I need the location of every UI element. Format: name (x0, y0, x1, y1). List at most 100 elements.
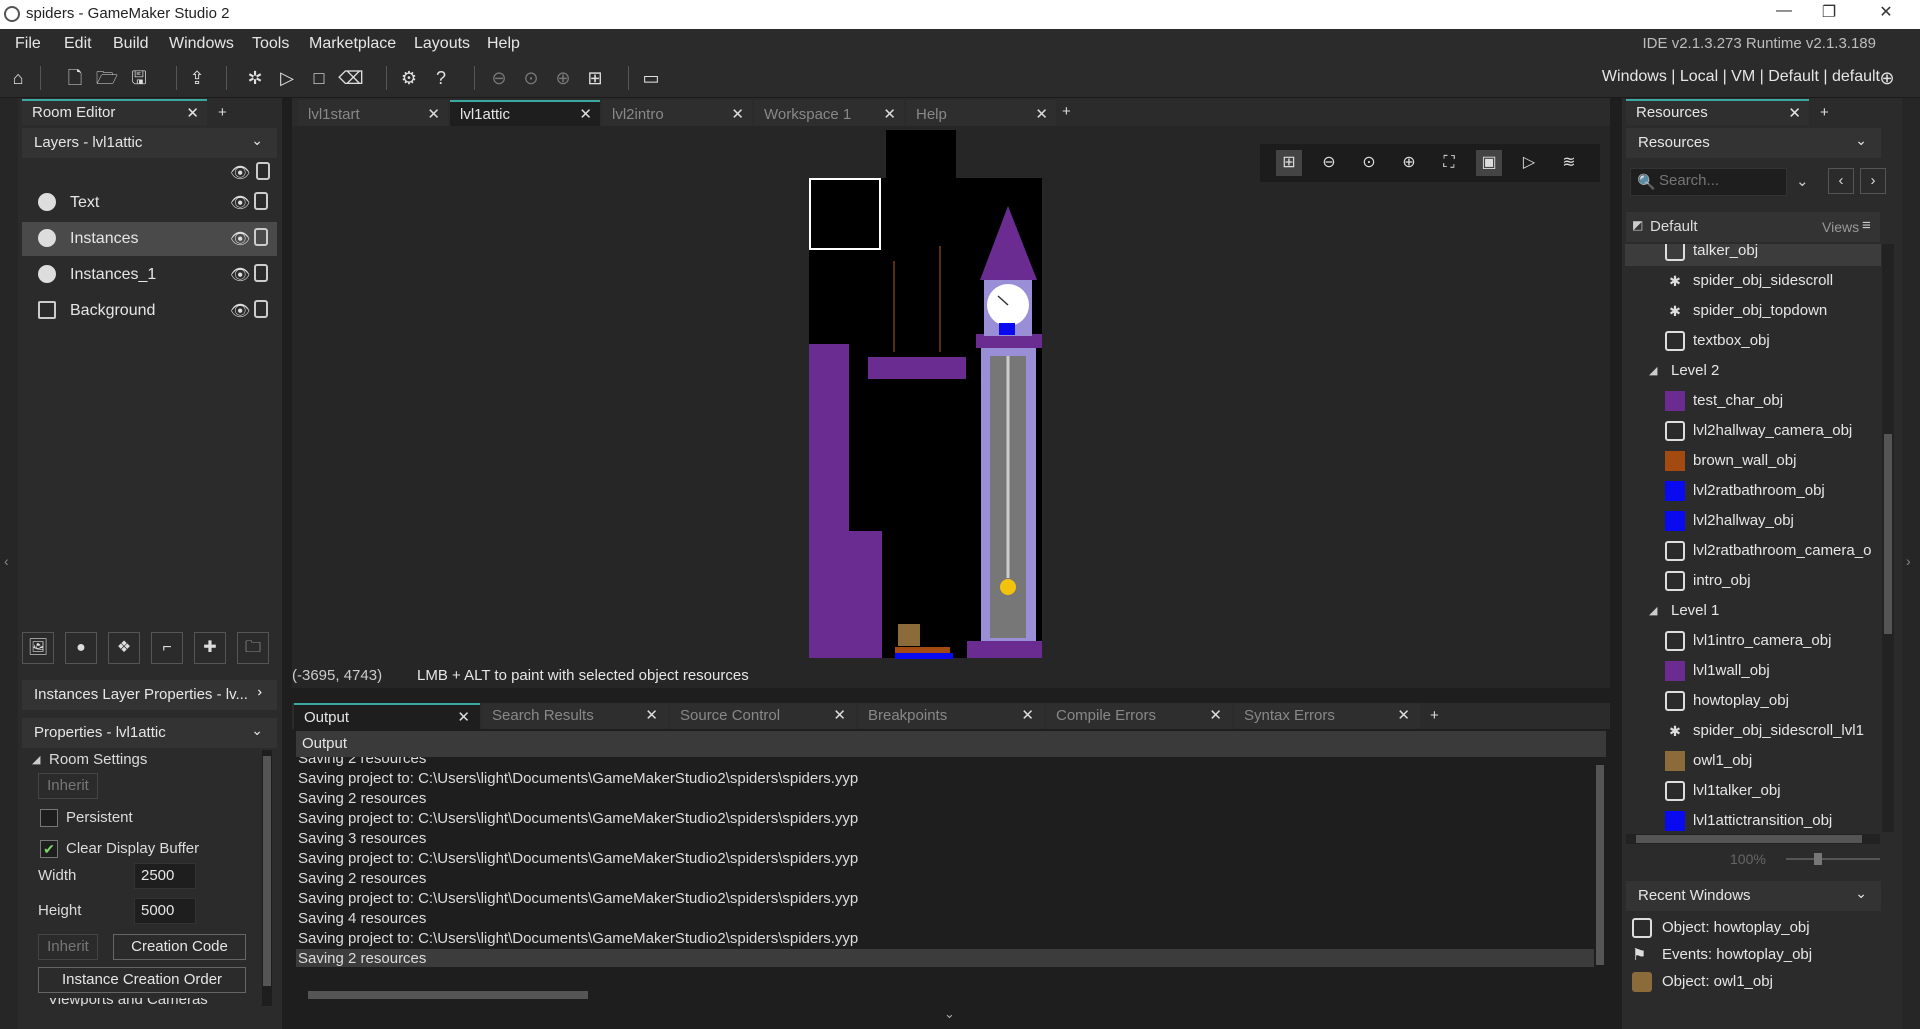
close-icon[interactable]: ✕ (457, 708, 470, 726)
search-input[interactable] (1659, 172, 1779, 189)
scrollbar-thumb[interactable] (1596, 765, 1604, 965)
eye-icon[interactable]: 👁 (230, 193, 250, 213)
output-vertical-scrollbar[interactable] (1594, 757, 1606, 989)
resource-item[interactable]: talker_obj (1625, 244, 1881, 266)
clear-display-buffer-checkbox[interactable]: ✔ (40, 840, 58, 858)
menu-help[interactable]: Help (487, 35, 520, 53)
scrollbar-thumb[interactable] (1636, 835, 1862, 843)
persistent-checkbox[interactable] (40, 809, 58, 827)
add-path-layer-icon[interactable]: ⌐ (151, 632, 183, 664)
tab-help[interactable]: Help ✕ (906, 100, 1056, 126)
output-horizontal-scrollbar[interactable] (296, 989, 1594, 1001)
creation-code-button[interactable]: Creation Code (113, 934, 246, 960)
menu-build[interactable]: Build (113, 35, 149, 53)
add-tab-button[interactable]: + (1820, 104, 1829, 121)
zoom-slider[interactable] (1786, 853, 1880, 865)
open-project-icon[interactable]: 🗁 (94, 65, 120, 91)
layers-header[interactable]: Layers - lvl1attic ⌄ (22, 128, 277, 158)
restore-button[interactable]: ❐ (1809, 2, 1849, 26)
resource-item[interactable]: textbox_obj (1625, 326, 1881, 356)
room-canvas[interactable]: ⊞ ⊖ ⊙ ⊕ ⛶ ▣ ▷ ≋ (292, 126, 1610, 664)
resource-item[interactable]: lvl2hallway_obj (1625, 506, 1881, 536)
close-icon[interactable]: ✕ (579, 105, 592, 123)
lock-icon[interactable] (254, 228, 268, 246)
collapse-triangle-icon[interactable]: ◢ (32, 753, 40, 766)
eye-icon[interactable]: 👁 (230, 229, 250, 249)
resource-item[interactable]: test_char_obj (1625, 386, 1881, 416)
zoom-out-icon[interactable]: ⊖ (486, 65, 512, 91)
recent-window-item[interactable]: ⚑ Events: howtoplay_obj (1628, 942, 1884, 968)
close-icon[interactable]: ✕ (833, 706, 846, 724)
output-log[interactable]: Saving 2 resources Saving project to: C:… (296, 757, 1594, 967)
inherit-button[interactable]: Inherit (38, 773, 98, 799)
back-arrow-icon[interactable]: ‹ (1828, 168, 1854, 194)
display-icon[interactable]: ▭ (638, 65, 664, 91)
list-menu-icon[interactable]: ≡ (1862, 217, 1871, 234)
resource-item[interactable]: lvl1talker_obj (1625, 776, 1881, 806)
tab-lvl1start[interactable]: lvl1start ✕ (298, 100, 448, 126)
layers-toggle-icon[interactable]: ≋ (1556, 150, 1582, 176)
chevron-down-icon[interactable]: ⌄ (251, 132, 263, 149)
zoom-in-icon[interactable]: ⊕ (1396, 150, 1422, 176)
target-selector[interactable]: Windows | Local | VM | Default | default (1602, 68, 1880, 86)
viewports-row[interactable]: Viewports and Cameras (30, 998, 270, 1006)
lock-icon[interactable] (256, 162, 270, 180)
zoom-slider-thumb[interactable] (1814, 853, 1822, 865)
tab-output[interactable]: Output ✕ (294, 703, 480, 729)
tab-workspace-1[interactable]: Workspace 1 ✕ (754, 100, 904, 126)
add-tab-button[interactable]: + (1062, 103, 1071, 120)
tab-lvl2intro[interactable]: lvl2intro ✕ (602, 100, 752, 126)
resource-item[interactable]: ✱ spider_obj_sidescroll (1625, 266, 1881, 296)
resource-tree[interactable]: talker_obj ✱ spider_obj_sidescroll ✱ spider_… (1625, 244, 1881, 832)
left-collapse-strip[interactable]: ‹ (0, 98, 18, 1029)
save-project-icon[interactable]: 🖫 (126, 65, 152, 91)
recent-window-item[interactable]: Object: owl1_obj (1628, 969, 1884, 995)
resource-item[interactable]: lvl2hallway_camera_obj (1625, 416, 1881, 446)
eye-icon[interactable]: 👁 (230, 301, 250, 321)
target-config-icon[interactable]: ⊕ (1874, 65, 1900, 91)
lock-icon[interactable] (254, 192, 268, 210)
close-icon[interactable]: ✕ (1209, 706, 1222, 724)
recent-windows-header[interactable]: Recent Windows ⌄ (1626, 881, 1881, 911)
resource-item[interactable]: ✱ spider_obj_sidescroll_lvl1 (1625, 716, 1881, 746)
eye-icon[interactable]: 👁 (230, 265, 250, 285)
lock-icon[interactable] (254, 300, 268, 318)
resource-group-row[interactable]: ◢ Level 2 (1625, 356, 1881, 386)
close-icon[interactable]: ✕ (645, 706, 658, 724)
close-icon[interactable]: ✕ (731, 105, 744, 123)
fit-view-icon[interactable]: ⊞ (582, 65, 608, 91)
add-tab-button[interactable]: + (1430, 707, 1439, 724)
chevron-down-icon[interactable]: ⌄ (251, 722, 263, 739)
run-icon[interactable]: ▷ (274, 65, 300, 91)
help-icon[interactable]: ? (428, 65, 454, 91)
resource-item[interactable]: howtoplay_obj (1625, 686, 1881, 716)
width-field[interactable]: 2500 (134, 863, 196, 889)
inherit-creation-code-button[interactable]: Inherit (38, 934, 98, 960)
instances-layer-properties-button[interactable]: Instances Layer Properties - lv... ⌄ (22, 680, 277, 710)
tab-source-control[interactable]: Source Control ✕ (670, 703, 856, 729)
lock-icon[interactable] (254, 264, 268, 282)
close-icon[interactable]: ✕ (1035, 105, 1048, 123)
minimize-button[interactable]: — (1764, 2, 1804, 26)
height-field[interactable]: 5000 (134, 898, 196, 924)
settings-gear-icon[interactable]: ⚙ (396, 65, 422, 91)
scrollbar-thumb[interactable] (263, 756, 271, 986)
close-icon[interactable]: ✕ (1021, 706, 1034, 724)
tab-search-results[interactable]: Search Results ✕ (482, 703, 668, 729)
menu-windows[interactable]: Windows (169, 35, 234, 53)
collapse-bottom-icon[interactable]: ⌄ (944, 1006, 955, 1022)
menu-edit[interactable]: Edit (64, 35, 92, 53)
play-icon[interactable]: ▷ (1516, 150, 1542, 176)
tab-room-editor[interactable]: Room Editor ✕ (22, 99, 207, 125)
chevron-down-icon[interactable]: ⌄ (1855, 885, 1867, 902)
tab-compile-errors[interactable]: Compile Errors ✕ (1046, 703, 1232, 729)
tab-breakpoints[interactable]: Breakpoints ✕ (858, 703, 1044, 729)
views-label[interactable]: Views (1822, 219, 1859, 235)
search-options-chevron-icon[interactable]: ⌄ (1796, 172, 1809, 190)
resources-header[interactable]: Resources ⌄ (1626, 128, 1881, 158)
tab-syntax-errors[interactable]: Syntax Errors ✕ (1234, 703, 1420, 729)
zoom-reset-icon[interactable]: ⊙ (1356, 150, 1382, 176)
add-asset-layer-icon[interactable]: ✚ (194, 632, 226, 664)
scrollbar-thumb[interactable] (1884, 434, 1892, 634)
layer-row-instances-1[interactable]: Instances_1 👁 (22, 258, 277, 292)
